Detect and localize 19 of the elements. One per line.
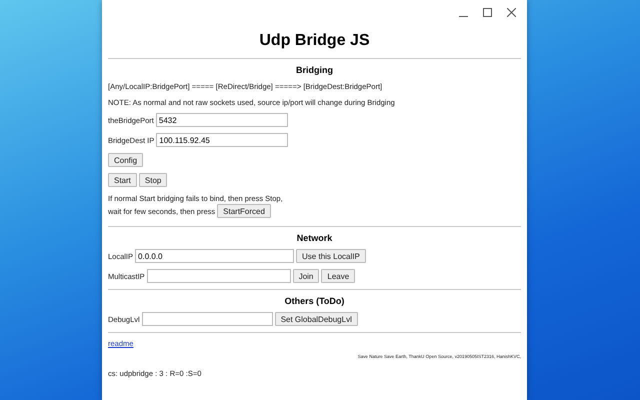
stop-button[interactable]: Stop: [138, 173, 168, 187]
action-button[interactable]: Join: [292, 269, 320, 283]
start-button[interactable]: Start: [108, 173, 137, 187]
text-field[interactable]: 0.0.0.0: [135, 249, 294, 263]
section-heading: Bridging: [295, 65, 334, 75]
text-field[interactable]: 5432: [156, 113, 288, 127]
set-debug-button[interactable]: Set GlobalDebugLvl: [274, 312, 358, 326]
page-title: Udp Bridge JS: [258, 32, 371, 50]
maximize-icon: [482, 8, 492, 16]
action-button[interactable]: Use this LocalIP: [296, 249, 366, 263]
text-field[interactable]: [146, 269, 291, 283]
text-field[interactable]: [142, 312, 273, 326]
close-icon: [506, 8, 516, 16]
text-field[interactable]: 100.115.92.45: [156, 133, 288, 147]
section-heading: Network: [296, 233, 334, 243]
action-button[interactable]: Leave: [321, 269, 356, 283]
section-heading: Others (ToDo): [284, 296, 346, 306]
config-button[interactable]: Config: [108, 153, 144, 167]
start-forced-button[interactable]: StartForced: [217, 204, 271, 218]
